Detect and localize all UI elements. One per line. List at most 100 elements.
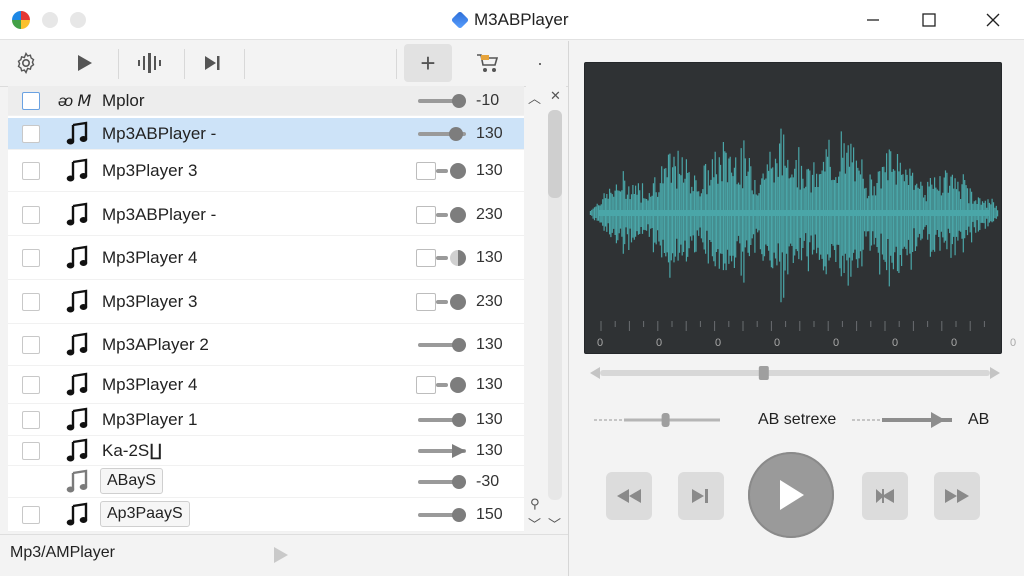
toolbar-separator (118, 49, 119, 79)
list-item[interactable]: Mp3ABPlayer - 130 (8, 118, 524, 150)
maximize-button[interactable] (906, 0, 952, 40)
volume-box[interactable] (416, 293, 436, 311)
track-name: Ka-2S∐ (102, 441, 163, 460)
ab-section-label: AB setrexe (758, 411, 837, 428)
volume-thumb[interactable] (450, 377, 466, 393)
title-bar: M3ABPlayer (0, 0, 1024, 40)
close-button[interactable] (970, 0, 1016, 40)
rewind-icon (617, 489, 641, 503)
seek-end-arrow-icon (990, 367, 1000, 379)
play-toolbar-button[interactable] (64, 44, 104, 82)
panel-divider[interactable] (568, 41, 569, 576)
volume-value: 130 (476, 336, 503, 353)
play-icon[interactable] (270, 545, 290, 565)
skip-next-button[interactable] (678, 472, 724, 520)
settings-button[interactable] (6, 44, 46, 82)
list-item[interactable]: Mp3Player 4 130 (8, 236, 524, 280)
list-item[interactable]: Ka-2S∐ 130 (8, 436, 524, 466)
volume-box[interactable] (416, 376, 436, 394)
add-icon: + (420, 48, 436, 78)
list-item[interactable]: Mp3ABPlayer - 230 (8, 194, 524, 236)
close-icon (986, 13, 1000, 27)
music-note-icon (64, 202, 90, 228)
ab-right-thumb[interactable] (931, 412, 945, 428)
volume-thumb[interactable] (451, 94, 466, 108)
fast-forward-button[interactable] (934, 472, 980, 520)
volume-box[interactable] (416, 249, 436, 267)
list-item[interactable]: Mp3Player 4 130 (8, 366, 524, 404)
music-note-icon (64, 502, 90, 528)
music-note-icon (64, 438, 90, 464)
row-checkbox[interactable] (22, 336, 40, 354)
more-icon: · (537, 52, 543, 73)
list-item[interactable]: Mp3Player 1 130 (8, 404, 524, 436)
ab-left-slider[interactable] (594, 412, 720, 428)
volume-thumb[interactable] (449, 127, 464, 141)
toolbar-separator (184, 49, 185, 79)
more-button[interactable]: · (520, 44, 560, 82)
cart-button[interactable] (468, 44, 508, 82)
row-checkbox[interactable] (22, 376, 40, 394)
volume-box[interactable] (416, 206, 436, 224)
scroll-down-icon[interactable]: ﹀ (548, 514, 561, 533)
list-item[interactable]: Mp3Player 3 130 (8, 150, 524, 192)
waveform-button[interactable] (130, 44, 170, 82)
waveform-display[interactable]: 0 0 0 0 0 0 0 0 (584, 62, 1016, 354)
window-dot-icon[interactable] (42, 12, 58, 28)
list-scrollbar[interactable]: ︿ ✕ ⚲ ﹀ ﹀ (526, 86, 566, 532)
seek-slider[interactable] (590, 366, 1000, 380)
track-name-tag[interactable]: ABayS (100, 468, 163, 494)
ab-left-thumb[interactable] (661, 413, 670, 427)
pin-icon[interactable]: ⚲ (530, 496, 540, 512)
volume-thumb[interactable] (451, 475, 466, 489)
volume-thumb[interactable] (451, 338, 466, 352)
row-checkbox[interactable] (22, 162, 40, 180)
volume-thumb[interactable] (450, 163, 466, 179)
minimize-button[interactable] (850, 0, 896, 40)
close-icon[interactable]: ✕ (550, 88, 561, 104)
scroll-thumb[interactable] (548, 110, 562, 198)
track-name: Mp3ABPlayer - (102, 124, 217, 143)
volume-arrow-icon[interactable] (451, 444, 466, 458)
row-checkbox[interactable] (22, 411, 40, 429)
track-name: Mp3ABPlayer - (102, 205, 217, 224)
row-checkbox[interactable] (22, 442, 40, 460)
volume-thumb[interactable] (450, 294, 466, 310)
list-item[interactable]: ABayS -30 (8, 466, 524, 498)
row-checkbox[interactable] (22, 249, 40, 267)
volume-value: 130 (476, 411, 503, 428)
volume-thumb[interactable] (450, 207, 466, 223)
add-button[interactable]: + (404, 44, 452, 82)
list-item[interactable]: Mp3APlayer 2 130 (8, 324, 524, 366)
rewind-button[interactable] (606, 472, 652, 520)
list-item[interactable]: Mp3Player 3 230 (8, 280, 524, 324)
skip-back-button[interactable] (862, 472, 908, 520)
row-checkbox[interactable] (22, 206, 40, 224)
row-checkbox[interactable] (22, 506, 40, 524)
volume-box[interactable] (416, 162, 436, 180)
seek-thumb[interactable] (758, 366, 769, 380)
volume-thumb[interactable] (450, 250, 466, 266)
row-checkbox[interactable] (22, 92, 40, 110)
track-name: Mp3APlayer 2 (102, 335, 209, 354)
list-header-row[interactable]: ᴔ Ⅿ Mplor -10 (8, 86, 524, 116)
waveform-tick-label: 0 (892, 337, 899, 349)
waveform-graph (589, 128, 999, 331)
track-name-tag[interactable]: Ap3PaayS (100, 501, 190, 527)
waveform-tick-label: 0 (833, 337, 840, 349)
scroll-down-icon[interactable]: ﹀ (528, 514, 541, 533)
window-dot-icon[interactable] (70, 12, 86, 28)
volume-track (436, 169, 448, 173)
toolbar: + · (0, 41, 568, 87)
ab-right-slider[interactable] (852, 412, 960, 428)
row-checkbox[interactable] (22, 125, 40, 143)
volume-thumb[interactable] (451, 508, 466, 522)
list-item[interactable]: Ap3PaayS 150 (8, 498, 524, 532)
status-text: Mp3/AMPlayer (10, 544, 115, 561)
volume-thumb[interactable] (451, 413, 466, 427)
play-button[interactable] (748, 452, 834, 538)
scroll-up-icon[interactable]: ︿ (528, 88, 541, 107)
row-checkbox[interactable] (22, 293, 40, 311)
skip-next-toolbar-button[interactable] (192, 44, 232, 82)
waveform-tick-label: 0 (597, 337, 604, 349)
